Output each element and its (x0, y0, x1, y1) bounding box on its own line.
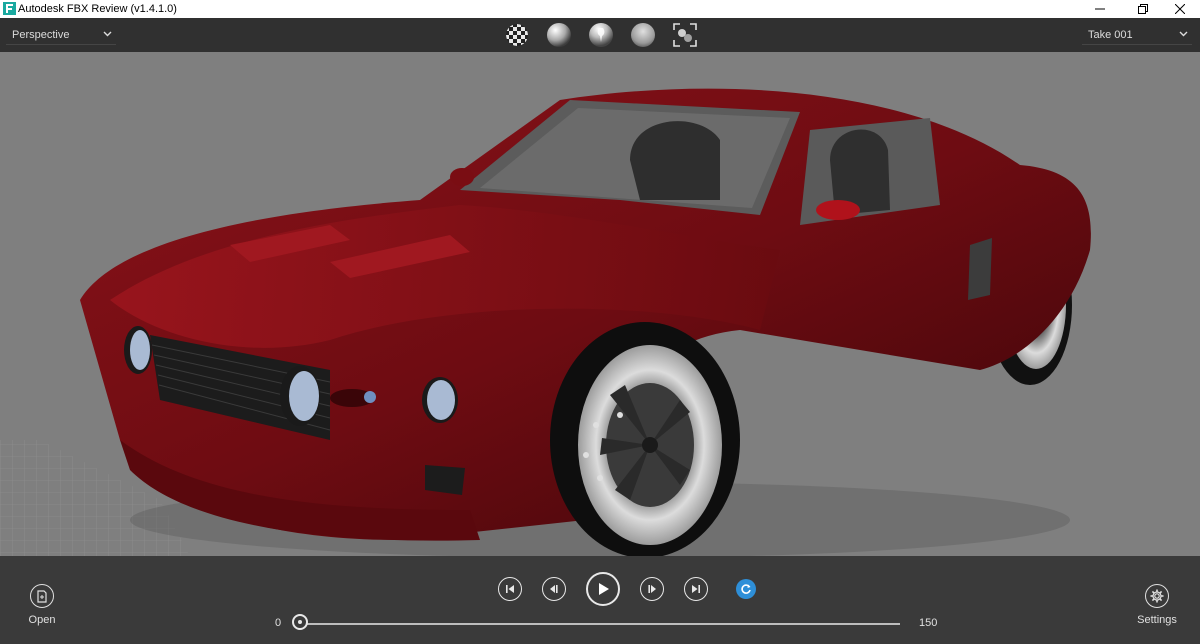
timeline-track[interactable] (300, 623, 900, 625)
flat-shading-icon (631, 23, 655, 47)
fbx-app-icon (3, 2, 16, 15)
playback-bar: Open 0 150 Settings (0, 556, 1200, 644)
checker-shading-button[interactable] (500, 21, 534, 49)
step-back-button[interactable] (542, 577, 566, 601)
timeline-end-label: 150 (919, 617, 938, 629)
take-select[interactable]: Take 001 (1082, 25, 1192, 45)
step-forward-button[interactable] (640, 577, 664, 601)
restore-icon (1138, 4, 1148, 14)
loop-icon (741, 584, 751, 594)
open-file-icon (37, 589, 47, 603)
settings-button-circle (1145, 584, 1169, 608)
open-button[interactable]: Open (12, 584, 72, 626)
gear-icon (1150, 589, 1164, 603)
settings-label: Settings (1137, 614, 1177, 626)
transport-controls (498, 572, 776, 606)
frame-all-button[interactable] (668, 21, 702, 49)
3d-viewport[interactable] (0, 52, 1200, 556)
flat-shading-button[interactable] (626, 21, 660, 49)
step-back-icon (550, 585, 558, 593)
camera-select[interactable]: Perspective (6, 25, 116, 45)
car-model-render (0, 88, 1091, 556)
loop-toggle[interactable] (736, 579, 756, 599)
timeline-slider[interactable]: 0 150 (270, 614, 950, 632)
close-icon (1175, 4, 1185, 14)
go-to-end-icon (692, 585, 700, 593)
open-button-circle (30, 584, 54, 608)
chevron-down-icon (103, 31, 112, 37)
lit-shading-icon (589, 23, 613, 47)
take-select-value: Take 001 (1088, 29, 1133, 41)
title-bar: Autodesk FBX Review (v1.4.1.0) (0, 0, 1200, 18)
go-to-end-button[interactable] (684, 577, 708, 601)
go-to-start-button[interactable] (498, 577, 522, 601)
smooth-shading-icon (547, 23, 571, 47)
frame-all-icon (673, 23, 697, 47)
open-label: Open (28, 614, 56, 626)
chevron-down-icon (1179, 31, 1188, 37)
minimize-icon (1095, 8, 1105, 10)
window-title: Autodesk FBX Review (v1.4.1.0) (18, 3, 177, 15)
shading-mode-group (500, 21, 702, 49)
play-button[interactable] (586, 572, 620, 606)
camera-select-value: Perspective (12, 29, 70, 41)
timeline-start-label: 0 (275, 617, 282, 629)
minimize-button[interactable] (1080, 0, 1120, 18)
restore-button[interactable] (1123, 0, 1163, 18)
timeline-thumb[interactable] (292, 614, 308, 630)
checker-shading-icon (506, 24, 528, 46)
play-icon (599, 583, 609, 595)
close-button[interactable] (1160, 0, 1200, 18)
settings-button[interactable]: Settings (1127, 584, 1187, 626)
viewport-toolbar: Perspective Take 001 (0, 18, 1200, 52)
step-forward-icon (648, 585, 656, 593)
go-to-start-icon (506, 585, 514, 593)
lit-shading-button[interactable] (584, 21, 618, 49)
smooth-shading-button[interactable] (542, 21, 576, 49)
